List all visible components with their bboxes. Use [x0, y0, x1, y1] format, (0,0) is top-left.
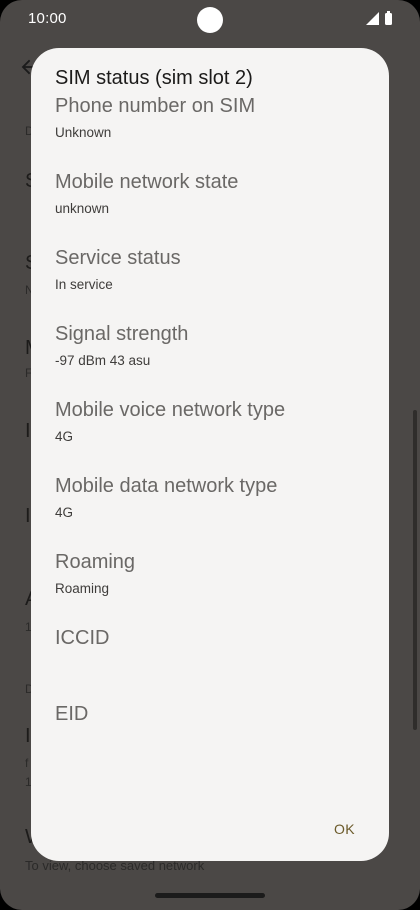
status-bar: 10:00: [0, 0, 420, 38]
info-item-iccid: ICCID: [55, 626, 365, 656]
info-label: Mobile voice network type: [55, 399, 286, 421]
info-item-phone-number: Phone number on SIM Unknown: [55, 94, 365, 142]
info-label: Mobile network state: [55, 171, 239, 193]
status-time: 10:00: [28, 10, 67, 27]
info-value: In service: [55, 277, 113, 292]
info-value: 4G: [55, 429, 74, 444]
info-label: Roaming: [55, 551, 136, 573]
battery-icon: [385, 11, 392, 25]
info-label: ICCID: [55, 627, 110, 649]
info-item-service-status: Service status In service: [55, 246, 365, 294]
signal-icon: [366, 12, 379, 25]
info-value: Roaming: [55, 581, 110, 596]
scrollbar[interactable]: [413, 410, 417, 730]
background-fragment[interactable]: I: [25, 505, 31, 528]
gesture-nav-handle[interactable]: [155, 893, 265, 898]
info-item-data-network-type: Mobile data network type 4G: [55, 474, 365, 522]
info-item-signal-strength: Signal strength -97 dBm 43 asu: [55, 322, 365, 370]
info-label: Phone number on SIM: [55, 95, 256, 117]
camera-cutout: [197, 7, 223, 33]
info-label: EID: [55, 703, 89, 725]
info-value: unknown: [55, 201, 110, 216]
background-fragment[interactable]: I: [25, 725, 31, 748]
info-item-mobile-network-state: Mobile network state unknown: [55, 170, 365, 218]
background-fragment[interactable]: I: [25, 420, 31, 443]
sim-status-dialog: SIM status (sim slot 2) Phone number on …: [31, 48, 389, 861]
info-label: Mobile data network type: [55, 475, 278, 497]
info-item-voice-network-type: Mobile voice network type 4G: [55, 398, 365, 446]
device-screen: D S S N M F I I A 1 D I f 1 W To view, c…: [0, 0, 420, 910]
info-item-roaming: Roaming Roaming: [55, 550, 365, 598]
info-item-eid: EID: [55, 702, 365, 732]
info-value: -97 dBm 43 asu: [55, 353, 151, 368]
info-value: Unknown: [55, 125, 112, 140]
ok-button[interactable]: OK: [322, 815, 367, 843]
background-fragment: f: [25, 756, 29, 770]
info-value: 4G: [55, 505, 74, 520]
status-icons: [366, 11, 392, 25]
info-label: Signal strength: [55, 323, 189, 345]
info-label: Service status: [55, 247, 181, 269]
dialog-title: SIM status (sim slot 2): [55, 67, 253, 89]
